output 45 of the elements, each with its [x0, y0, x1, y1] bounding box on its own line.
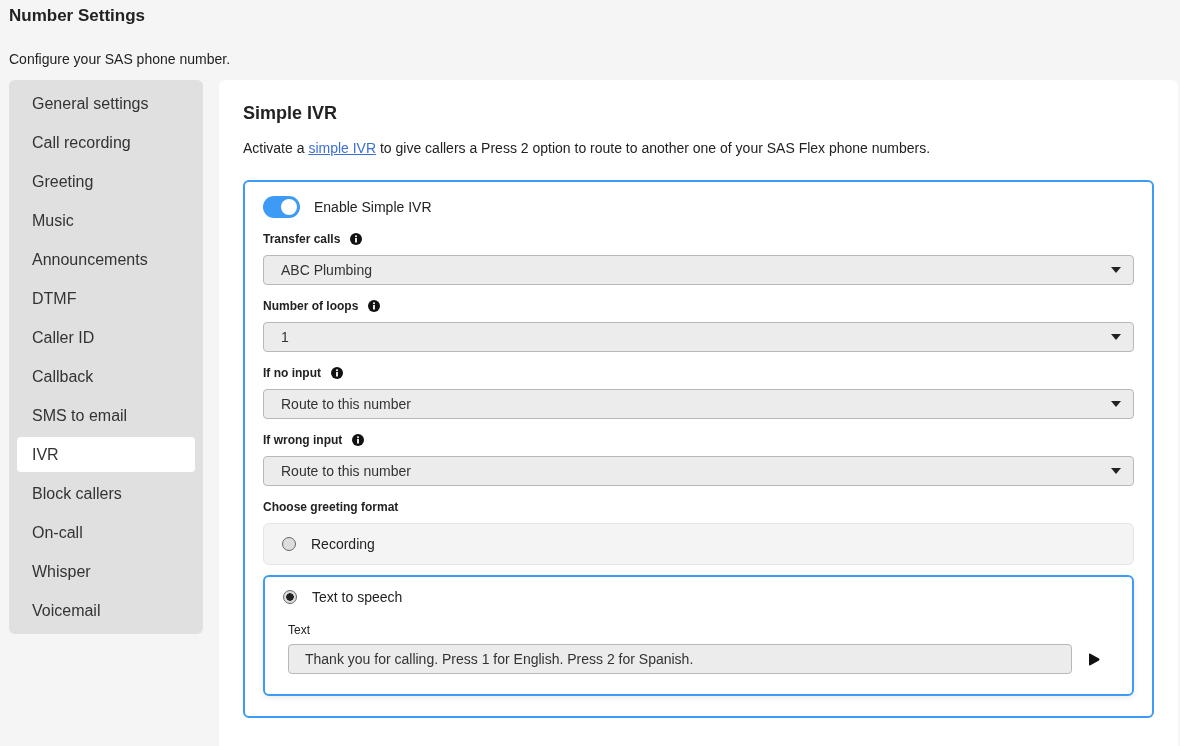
field-label: If no input [263, 366, 321, 380]
field-label: Choose greeting format [263, 500, 399, 514]
sidebar-item[interactable]: General settings [17, 86, 195, 121]
caret-icon [1111, 334, 1121, 340]
sidebar-item[interactable]: Call recording [17, 125, 195, 160]
sidebar-item[interactable]: Callback [17, 359, 195, 394]
sidebar-item[interactable]: Whisper [17, 554, 195, 589]
sidebar-item[interactable]: SMS to email [17, 398, 195, 433]
caret-icon [1111, 267, 1121, 273]
sidebar-item[interactable]: On-call [17, 515, 195, 550]
caret-icon [1111, 401, 1121, 407]
radio-label: Recording [311, 536, 375, 552]
sidebar-item[interactable]: Music [17, 203, 195, 238]
radio-button[interactable] [282, 537, 296, 551]
sidebar-item[interactable]: Announcements [17, 242, 195, 277]
text-input-field[interactable]: Thank you for calling. Press 1 for English. Press 2 for Spanish. [288, 644, 1072, 674]
dropdown-select[interactable]: 1 [263, 322, 1134, 352]
simple-ivr-link[interactable]: simple IVR [308, 140, 377, 156]
radio-button[interactable] [283, 590, 297, 604]
toggle-label: Enable Simple IVR [314, 199, 432, 215]
info-icon[interactable] [368, 300, 381, 312]
sidebar-item[interactable]: Caller ID [17, 320, 195, 355]
info-icon[interactable] [331, 367, 343, 379]
field-label: Transfer calls [263, 232, 341, 246]
section-description: Activate a simple IVR to give callers a Press 2 option to route to another one of your SAS Flex phone numbers. [243, 139, 932, 157]
dropdown-select[interactable]: ABC Plumbing [263, 255, 1134, 285]
field-label: Text [288, 623, 311, 637]
field-label: Number of loops [263, 299, 359, 313]
play-icon[interactable] [1088, 652, 1100, 666]
field-label: If wrong input [263, 433, 343, 447]
sidebar-item[interactable]: Block callers [17, 476, 195, 511]
sidebar-item[interactable]: DTMF [17, 281, 195, 316]
sidebar-item[interactable]: IVR [17, 437, 195, 472]
toggle-switch[interactable] [263, 196, 300, 218]
sidebar-item[interactable]: Greeting [17, 164, 195, 199]
sidebar-item[interactable]: Voicemail [17, 593, 195, 628]
page-title: Number Settings [9, 5, 147, 26]
section-title: Simple IVR [243, 102, 339, 124]
info-icon[interactable] [352, 434, 365, 446]
radio-label: Text to speech [312, 589, 403, 605]
info-icon[interactable] [350, 233, 363, 245]
caret-icon [1111, 468, 1121, 474]
page-subtitle: Configure your SAS phone number. [9, 51, 232, 67]
dropdown-select[interactable]: Route to this number [263, 389, 1134, 419]
dropdown-select[interactable]: Route to this number [263, 456, 1134, 486]
